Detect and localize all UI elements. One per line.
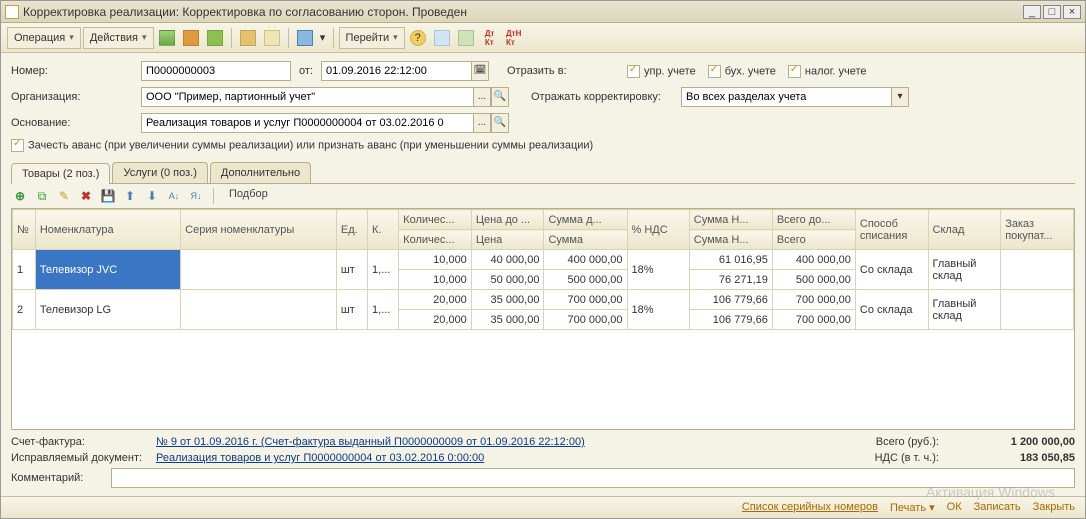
post-icon[interactable] — [156, 27, 178, 49]
save-row-icon[interactable]: 💾 — [99, 187, 117, 205]
minimize-button[interactable]: _ — [1023, 5, 1041, 19]
maximize-button[interactable]: □ — [1043, 5, 1061, 19]
total-label: Всего (руб.): — [876, 436, 939, 448]
basis-select-icon[interactable]: ... — [473, 113, 491, 133]
total-value: 1 200 000,00 — [955, 436, 1075, 448]
col-ed[interactable]: Ед. — [336, 210, 367, 250]
window: Корректировка реализации: Корректировка … — [0, 0, 1086, 519]
nalog-check[interactable]: налог. учете — [788, 65, 867, 78]
podbor-button[interactable]: Подбор — [222, 187, 275, 205]
comment-label: Комментарий: — [11, 472, 111, 484]
col-qty[interactable]: Количес... — [399, 210, 472, 230]
col-series[interactable]: Серия номенклатуры — [181, 210, 337, 250]
grid: № Номенклатура Серия номенклатуры Ед. К.… — [11, 208, 1075, 430]
report-dropdown-icon[interactable]: ▾ — [318, 27, 328, 49]
ok-button[interactable]: ОК — [947, 501, 962, 514]
corr-doc-label: Исправляемый документ: — [11, 452, 156, 464]
go-menu[interactable]: Перейти — [339, 27, 405, 49]
col-nomen[interactable]: Номенклатура — [35, 210, 180, 250]
main-toolbar: Операция Действия ▾ Перейти ? ДтКт ДтНКт — [1, 23, 1085, 53]
operation-menu[interactable]: Операция — [7, 27, 81, 49]
corr-doc-link[interactable]: Реализация товаров и услуг П0000000004 о… — [156, 452, 484, 464]
dtkt2-icon[interactable]: ДтНКт — [503, 27, 525, 49]
sf-label: Счет-фактура: — [11, 436, 156, 448]
grid-toolbar: ⊕ ⧉ ✎ ✖ 💾 ⬆ ⬇ A↓ Я↓ Подбор — [11, 184, 1075, 208]
window-title: Корректировка реализации: Корректировка … — [23, 5, 467, 19]
tab-goods[interactable]: Товары (2 поз.) — [11, 163, 110, 184]
move-down-icon[interactable]: ⬇ — [143, 187, 161, 205]
vat-label: НДС (в т. ч.): — [875, 452, 939, 464]
org-search-icon[interactable]: 🔍 — [491, 87, 509, 107]
table-row[interactable]: 2 Телевизор LG шт 1,... 20,000 35 000,00… — [13, 290, 1074, 310]
add-copy-icon[interactable]: ⧉ — [33, 187, 51, 205]
print-button[interactable]: Печать ▾ — [890, 501, 935, 514]
col-sumvat[interactable]: Сумма Н... — [689, 210, 772, 230]
basis-input[interactable] — [141, 113, 473, 133]
action-bar: Список серийных номеров Печать ▾ ОК Запи… — [1, 496, 1085, 518]
upr-check[interactable]: упр. учете — [627, 65, 696, 78]
vat-value: 183 050,85 — [955, 452, 1075, 464]
edit-icon[interactable]: ✎ — [55, 187, 73, 205]
col-sum[interactable]: Сумма д... — [544, 210, 627, 230]
tabs: Товары (2 поз.) Услуги (0 поз.) Дополнит… — [11, 162, 1075, 184]
dtkt-icon[interactable]: ДтКт — [479, 27, 501, 49]
number-label: Номер: — [11, 65, 141, 77]
col-n[interactable]: № — [13, 210, 36, 250]
table-row[interactable]: 1 Телевизор JVC шт 1,... 10,000 40 000,0… — [13, 250, 1074, 270]
reflect-corr-select[interactable] — [681, 87, 891, 107]
reflect-label: Отразить в: — [507, 65, 627, 77]
copy-icon[interactable] — [261, 27, 283, 49]
move-up-icon[interactable]: ⬆ — [121, 187, 139, 205]
titlebar: Корректировка реализации: Корректировка … — [1, 1, 1085, 23]
struct-icon[interactable] — [455, 27, 477, 49]
org-select-icon[interactable]: ... — [473, 87, 491, 107]
sort-desc-icon[interactable]: Я↓ — [187, 187, 205, 205]
delete-icon[interactable]: ✖ — [77, 187, 95, 205]
help-icon[interactable]: ? — [407, 27, 429, 49]
refresh-icon[interactable] — [204, 27, 226, 49]
basis-search-icon[interactable]: 🔍 — [491, 113, 509, 133]
actions-menu[interactable]: Действия — [83, 27, 154, 49]
nav-icon[interactable] — [180, 27, 202, 49]
tab-additional[interactable]: Дополнительно — [210, 162, 311, 183]
report-icon[interactable] — [294, 27, 316, 49]
reflect-corr-label: Отражать корректировку: — [531, 91, 681, 103]
advance-check[interactable]: Зачесть аванс (при увеличении суммы реал… — [11, 139, 593, 152]
col-k[interactable]: К. — [368, 210, 399, 250]
list-icon[interactable] — [431, 27, 453, 49]
col-price[interactable]: Цена до ... — [471, 210, 544, 230]
from-label: от: — [299, 65, 313, 77]
app-icon — [5, 5, 19, 19]
sort-asc-icon[interactable]: A↓ — [165, 187, 183, 205]
date-input[interactable] — [321, 61, 471, 81]
buh-check[interactable]: бух. учете — [708, 65, 776, 78]
col-method[interactable]: Способ списания — [855, 210, 928, 250]
number-input[interactable] — [141, 61, 291, 81]
serials-link[interactable]: Список серийных номеров — [742, 501, 878, 514]
org-input[interactable] — [141, 87, 473, 107]
sf-link[interactable]: № 9 от 01.09.2016 г. (Счет-фактура выдан… — [156, 436, 585, 448]
reflect-corr-dropdown-icon[interactable]: ▾ — [891, 87, 909, 107]
col-warehouse[interactable]: Склад — [928, 210, 1001, 250]
col-vat[interactable]: % НДС — [627, 210, 689, 250]
add-icon[interactable]: ⊕ — [11, 187, 29, 205]
col-total[interactable]: Всего до... — [772, 210, 855, 230]
close-button[interactable]: × — [1063, 5, 1081, 19]
comment-input[interactable] — [111, 468, 1075, 488]
tree-icon[interactable] — [237, 27, 259, 49]
save-button[interactable]: Записать — [974, 501, 1021, 514]
col-order[interactable]: Заказ покупат... — [1001, 210, 1074, 250]
basis-label: Основание: — [11, 117, 141, 129]
date-picker-icon[interactable]: 🗓 — [471, 61, 489, 81]
tab-services[interactable]: Услуги (0 поз.) — [112, 162, 207, 183]
close-action-button[interactable]: Закрыть — [1033, 501, 1075, 514]
org-label: Организация: — [11, 91, 141, 103]
